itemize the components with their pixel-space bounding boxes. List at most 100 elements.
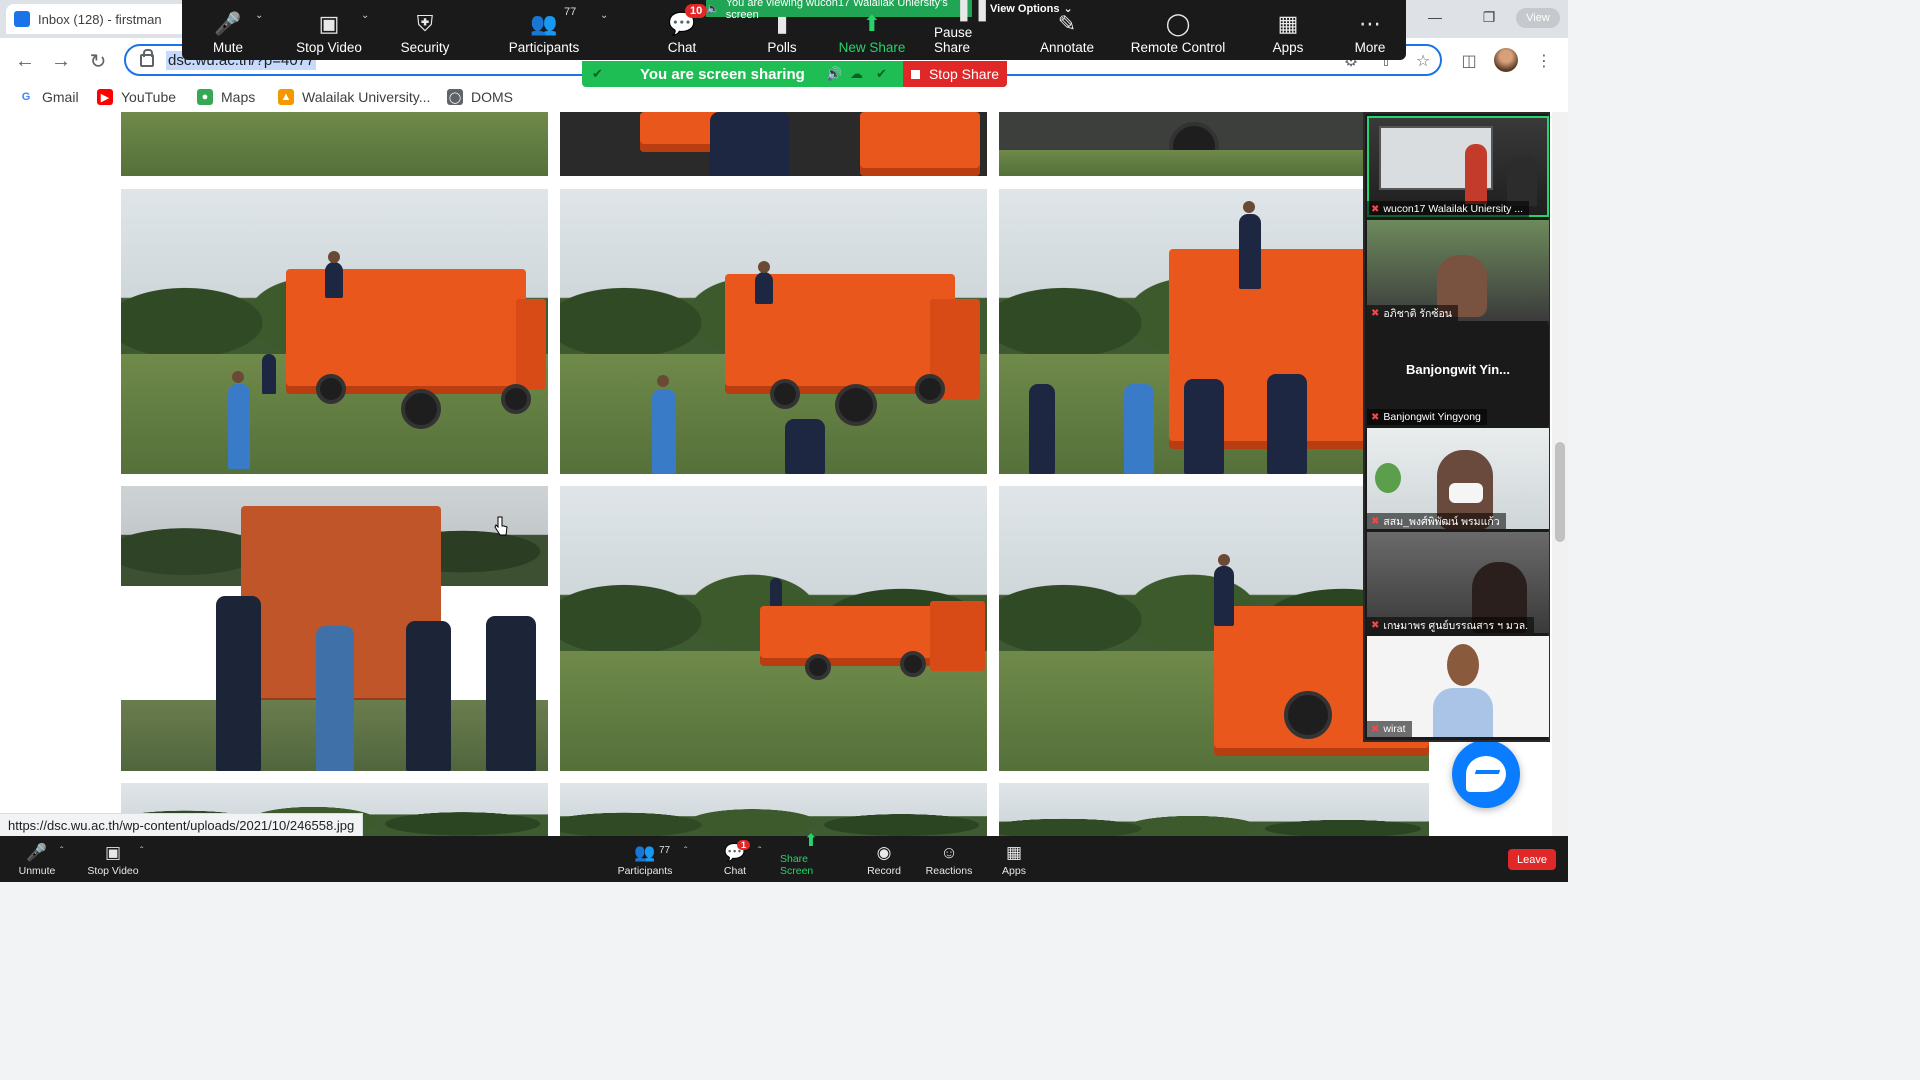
bookmark-gmail[interactable]: G Gmail (18, 87, 79, 107)
speaker-icon: 🔈 (706, 3, 720, 15)
pause-share-button[interactable]: ❚❚ Pause Share (934, 0, 1012, 60)
bookmark-label: Maps (221, 89, 256, 105)
maps-icon: ● (197, 89, 213, 105)
mute-button[interactable]: 🎤 Mute (206, 0, 250, 60)
gallery-photo[interactable] (560, 189, 987, 474)
mute-options-caret[interactable]: ⌄ (255, 10, 263, 21)
video-options-caret[interactable]: ⌄ (361, 10, 369, 21)
shield-check-icon: ✔ (876, 66, 887, 81)
gallery-photo[interactable] (121, 189, 548, 474)
video-tile[interactable]: ✖ wucon17 Walailak Uniersity ... (1367, 116, 1549, 217)
video-tile[interactable]: Banjongwit Yin... ✖ Banjongwit Yingyong (1367, 324, 1549, 425)
reactions-button[interactable]: ☺ Reactions (926, 836, 973, 882)
participants-button-bottom[interactable]: 👥 Participants (616, 836, 674, 882)
participants-options-caret[interactable]: ⌄ (600, 10, 608, 21)
apps-button-bottom[interactable]: ▦ Apps (1000, 836, 1028, 882)
participant-name: ✖ เกษมาพร ศูนย์บรรณสาร ฯ มวล. (1367, 617, 1535, 633)
link-status-bar: https://dsc.wu.ac.th/wp-content/uploads/… (0, 813, 364, 837)
bookmark-doms[interactable]: ◯ DOMS (447, 87, 513, 107)
stop-video-button[interactable]: ▣ Stop Video (292, 0, 366, 60)
participant-name: ✖ สสม_พงศ์พิพัฒน์ พรมแก้ว (1367, 513, 1506, 529)
messenger-chat-button[interactable] (1452, 740, 1520, 808)
stop-share-button[interactable]: Stop Share (903, 61, 1007, 87)
zoom-video-panel: ✖ wucon17 Walailak Uniersity ... ✖ อภิชาติ… (1363, 112, 1550, 742)
security-button[interactable]: ⛨ Security (398, 0, 452, 60)
participant-count: 77 (564, 6, 577, 18)
profile-avatar[interactable] (1494, 48, 1518, 72)
remote-control-button[interactable]: ◯ Remote Control (1126, 0, 1230, 60)
participant-name: ✖ อภิชาติ รักซ้อน (1367, 305, 1458, 321)
polls-icon: ▮ (775, 11, 789, 36)
bookmark-label: Walailak University... (302, 89, 431, 105)
lock-icon[interactable] (140, 48, 154, 67)
microphone-muted-icon: ✖ (1371, 619, 1380, 631)
participants-options-caret[interactable]: ˆ (684, 846, 687, 857)
messenger-icon (1466, 756, 1506, 792)
participant-display-name: Banjongwit Yin... (1406, 362, 1510, 377)
gallery-photo[interactable] (560, 486, 987, 771)
video-camera-icon: ▣ (104, 843, 122, 862)
bookmark-star-icon[interactable]: ☆ (1412, 50, 1434, 72)
more-dots-icon: ⋯ (1359, 11, 1381, 36)
mouse-icon: ◯ (1165, 11, 1191, 36)
record-button[interactable]: ◉ Record (866, 836, 902, 882)
stop-square-icon (910, 69, 920, 79)
microphone-muted-icon: ✖ (1371, 307, 1380, 319)
browser-tab[interactable]: Inbox (128) - firstman (6, 4, 206, 34)
participant-shirt (1433, 688, 1493, 737)
video-tile[interactable]: ✖ wirat (1367, 636, 1549, 737)
annotate-button[interactable]: ✎ Annotate (1036, 0, 1098, 60)
chat-unread-badge: 1 (737, 840, 751, 850)
video-tile[interactable]: ✖ สสม_พงศ์พิพัฒน์ พรมแก้ว (1367, 428, 1549, 529)
tab-title: Inbox (128) - firstman (38, 11, 162, 27)
chrome-menu-icon[interactable]: ⋮ (1533, 50, 1555, 72)
youtube-icon: ▶ (97, 89, 113, 105)
forward-arrow-icon[interactable]: → (48, 48, 74, 74)
google-icon: G (18, 89, 34, 105)
minimize-button[interactable]: — (1412, 0, 1458, 34)
apps-button[interactable]: ▦ Apps (1268, 0, 1308, 60)
restore-button[interactable]: ❐ (1466, 0, 1512, 34)
back-arrow-icon[interactable]: ← (12, 48, 38, 74)
stop-video-button-bottom[interactable]: ▣ Stop Video (86, 836, 140, 882)
audience-person (1507, 156, 1537, 206)
bookmark-maps[interactable]: ● Maps (197, 87, 255, 107)
more-button[interactable]: ⋯ More (1350, 0, 1390, 60)
bookmark-walailak[interactable]: ▲ Walailak University... (278, 87, 430, 107)
speaker-icon: 🔊 (826, 66, 843, 81)
audio-options-caret[interactable]: ˆ (60, 846, 63, 857)
apps-icon: ▦ (1005, 843, 1023, 862)
bookmark-label: DOMS (471, 89, 513, 105)
page-scrollbar[interactable] (1552, 112, 1568, 836)
gallery-photo[interactable] (121, 486, 548, 771)
scrollbar-thumb[interactable] (1555, 442, 1565, 542)
new-share-button[interactable]: ⬆ New Share (836, 0, 908, 60)
bookmark-youtube[interactable]: ▶ YouTube (97, 87, 176, 107)
bookmark-label: Gmail (42, 89, 79, 105)
chat-options-caret[interactable]: ˆ (758, 846, 761, 857)
reactions-icon: ☺ (940, 843, 958, 862)
microphone-icon: 🎤 (214, 11, 242, 36)
video-options-caret[interactable]: ˆ (140, 846, 143, 857)
network-icon: ☁ (850, 66, 863, 81)
microphone-muted-icon: ✖ (1371, 723, 1380, 735)
gallery-photo[interactable] (999, 783, 1429, 836)
gallery-photo[interactable] (560, 112, 987, 176)
leave-meeting-button[interactable]: Leave (1508, 849, 1556, 870)
globe-icon: ◯ (447, 89, 463, 105)
participant-name: ✖ wirat (1367, 721, 1412, 737)
drag-handle-icon: ✔ (592, 66, 603, 81)
reload-icon[interactable]: ↻ (85, 48, 111, 74)
microphone-muted-icon: 🎤 (26, 843, 48, 862)
video-camera-icon: ▣ (318, 11, 340, 36)
profile-chip[interactable]: View (1516, 8, 1560, 28)
share-screen-button[interactable]: ⬆ Share Screen (780, 831, 842, 882)
gallery-photo[interactable] (560, 783, 987, 836)
polls-button[interactable]: ▮ Polls (762, 0, 802, 60)
unmute-button[interactable]: 🎤 Unmute (16, 836, 58, 882)
microphone-muted-icon: ✖ (1371, 515, 1380, 527)
side-panel-icon[interactable]: ◫ (1458, 50, 1480, 72)
gallery-photo[interactable] (121, 112, 548, 176)
video-tile[interactable]: ✖ อภิชาติ รักซ้อน (1367, 220, 1549, 321)
video-tile[interactable]: ✖ เกษมาพร ศูนย์บรรณสาร ฯ มวล. (1367, 532, 1549, 633)
